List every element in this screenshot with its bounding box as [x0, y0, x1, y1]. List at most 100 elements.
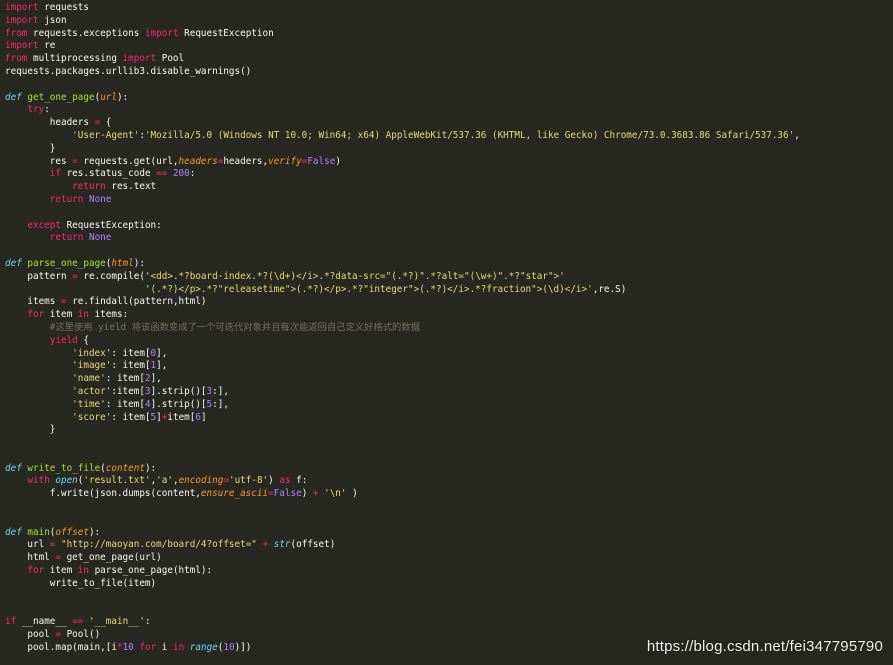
- code-token: write_to_file(item): [5, 577, 157, 589]
- code-token: html: [111, 257, 134, 269]
- code-line: requests.packages.urllib3.disable_warnin…: [5, 66, 893, 79]
- code-token: import: [5, 2, 39, 13]
- watermark-text: https://blog.csdn.net/fei347795790: [646, 638, 883, 655]
- code-token: 'Mozilla/5.0 (Windows NT 10.0; Win64; x6…: [144, 129, 795, 141]
- code-token: 'time': [72, 398, 106, 410]
- code-line: def get_one_page(url):: [5, 92, 893, 105]
- code-line: items = re.findall(pattern,html): [5, 296, 893, 309]
- code-token: ].strip()[: [150, 398, 207, 410]
- code-token: ensure_ascii: [200, 488, 269, 500]
- code-line: except RequestException:: [5, 220, 893, 233]
- code-token: #这里使用 yield 将该函数变成了一个可迭代对象并且每次能返回自己定义好格式…: [49, 321, 420, 333]
- code-token: pool: [5, 629, 56, 641]
- code-token: ):: [144, 462, 157, 474]
- code-token: 'actor': [72, 385, 112, 397]
- code-token: 'index': [72, 347, 112, 359]
- code-token: RequestException: [178, 27, 274, 39]
- code-token: offset: [55, 526, 89, 538]
- code-token: ):: [89, 526, 101, 538]
- code-line: 'actor':item[3].strip()[3:],: [5, 386, 893, 399]
- code-token: pattern: [5, 270, 73, 282]
- code-line: 'index': item[0],: [5, 348, 893, 361]
- code-editor[interactable]: import requests import json from requests.…: [0, 0, 893, 665]
- code-token: '__main__': [89, 616, 145, 628]
- code-token: open: [55, 475, 78, 487]
- code-line: '(.*?)</p>.*?"releasetime">(.*?)</p>.*?"…: [5, 284, 893, 297]
- code-token: html: [5, 552, 56, 564]
- code-token: ==: [156, 168, 168, 180]
- code-token: import: [5, 40, 39, 52]
- code-area[interactable]: import requests import json from requests.…: [5, 2, 893, 665]
- code-token: if: [49, 168, 61, 180]
- code-token: url: [100, 91, 117, 103]
- code-token: 200: [172, 168, 190, 180]
- code-token: res.status_code: [60, 168, 157, 180]
- code-line: res = requests.get(url,headers=headers,v…: [5, 156, 893, 169]
- code-token: False: [273, 488, 302, 500]
- code-token: import: [144, 27, 179, 39]
- code-token: None: [88, 232, 112, 244]
- code-line: for item in parse_one_page(html):: [5, 565, 893, 578]
- code-token: return: [72, 181, 106, 193]
- code-token: {: [77, 334, 89, 346]
- code-token: url: [5, 539, 50, 551]
- code-token: headers: [178, 155, 218, 167]
- code-token: from: [5, 27, 28, 39]
- code-token: requests.get(url,: [77, 155, 179, 167]
- code-line: }: [5, 143, 893, 156]
- code-line: pattern = re.compile('<dd>.*?board-index…: [5, 271, 893, 284]
- code-line: from multiprocessing import Pool: [5, 53, 893, 66]
- code-token: parse_one_page: [27, 257, 106, 269]
- code-token: None: [88, 193, 112, 205]
- code-token: except: [27, 219, 61, 231]
- code-line: return res.text: [5, 181, 893, 194]
- code-token: ):: [133, 257, 145, 269]
- code-token: item: [44, 309, 78, 321]
- code-token: main: [27, 526, 50, 538]
- code-token: :],: [212, 398, 229, 410]
- code-token: in: [172, 641, 185, 653]
- code-token: 10: [223, 641, 235, 653]
- code-line: import requests: [5, 2, 893, 15]
- code-line: yield {: [5, 335, 893, 348]
- code-line: 'score': item[5]+item[6]: [5, 412, 893, 425]
- code-line: write_to_file(item): [5, 578, 893, 591]
- code-token: f:: [290, 475, 308, 487]
- code-line: def main(offset):: [5, 527, 893, 540]
- code-token: ==: [72, 616, 84, 628]
- code-token: from: [5, 53, 28, 65]
- code-token: :],: [212, 385, 229, 397]
- code-token: def: [5, 526, 22, 538]
- code-line: from requests.exceptions import RequestE…: [5, 28, 893, 41]
- code-token: item[: [167, 411, 196, 423]
- code-line: 'time': item[4].strip()[5:],: [5, 399, 893, 412]
- code-token: ],: [156, 360, 168, 372]
- code-token: 'utf-8': [228, 475, 269, 487]
- code-line: def write_to_file(content):: [5, 463, 893, 476]
- code-token: False: [307, 155, 336, 167]
- code-token: ): [335, 155, 341, 167]
- code-token: :item[: [111, 385, 145, 397]
- code-token: Pool: [156, 53, 185, 65]
- code-token: : item[: [105, 398, 145, 410]
- code-token: 10: [122, 641, 134, 653]
- code-token: ): [268, 475, 280, 487]
- code-token: multiprocessing: [27, 53, 123, 65]
- code-token: '\n': [324, 488, 347, 500]
- code-token: get_one_page: [27, 91, 95, 103]
- code-token: res.text: [105, 181, 157, 193]
- code-token: for: [139, 641, 157, 653]
- code-token: "http://maoyan.com/board/4?offset=": [61, 539, 257, 551]
- code-line: with open('result.txt','a',encoding='utf…: [5, 475, 893, 488]
- code-line: def parse_one_page(html):: [5, 258, 893, 271]
